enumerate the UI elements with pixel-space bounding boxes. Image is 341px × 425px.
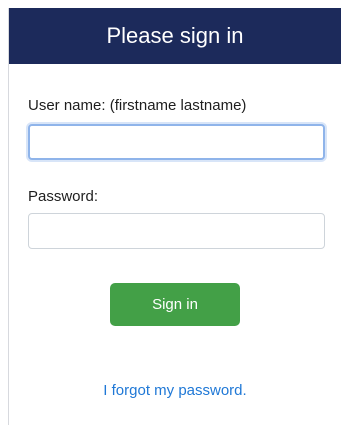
- page-title: Please sign in: [106, 23, 244, 48]
- username-input[interactable]: [28, 124, 325, 160]
- login-header: Please sign in: [9, 8, 341, 64]
- sign-in-button[interactable]: Sign in: [110, 283, 240, 326]
- password-input[interactable]: [28, 213, 325, 249]
- login-form: User name: (firstname lastname) Password…: [9, 97, 341, 400]
- button-row: Sign in: [28, 283, 322, 326]
- username-label: User name: (firstname lastname): [28, 97, 247, 114]
- forgot-password-row: I forgot my password.: [28, 382, 322, 400]
- forgot-password-link[interactable]: I forgot my password.: [103, 382, 246, 399]
- password-label: Password:: [28, 188, 99, 205]
- login-panel: Please sign in User name: (firstname las…: [8, 8, 341, 425]
